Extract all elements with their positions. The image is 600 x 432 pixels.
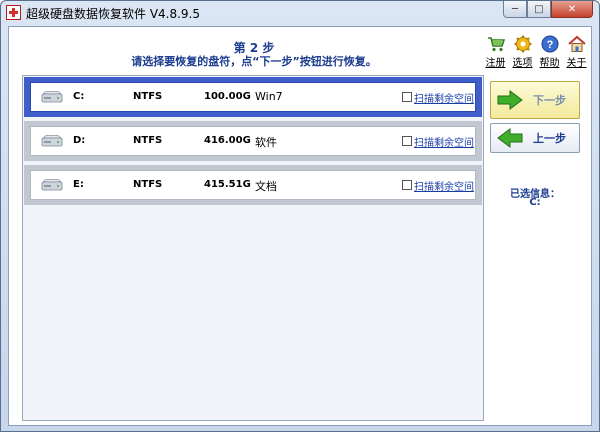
drive-size: 100.00G: [204, 91, 251, 102]
scan-free-space-label[interactable]: 扫描剩余空间: [414, 134, 474, 149]
toolbar: 注册 选项 ? 帮助 关于: [482, 35, 592, 69]
register-label: 注册: [485, 58, 506, 69]
title-bar[interactable]: 超级硬盘数据恢复软件 V4.8.9.5 ─ □ ✕: [1, 1, 599, 25]
about-button[interactable]: 关于: [563, 35, 590, 69]
window-controls: ─ □ ✕: [503, 1, 593, 19]
cart-icon: [487, 37, 505, 52]
help-button[interactable]: ? 帮助: [536, 35, 563, 69]
drive-row-d[interactable]: D: NTFS 416.00G 软件 扫描剩余空间: [24, 121, 482, 161]
maximize-button[interactable]: □: [527, 1, 551, 18]
drive-row-c[interactable]: C: NTFS 100.00G Win7 扫描剩余空间: [24, 77, 482, 117]
drive-name: Win7: [255, 90, 283, 103]
scan-free-space-checkbox[interactable]: [402, 180, 412, 190]
drive-filesystem: NTFS: [133, 179, 163, 190]
main-panel: 第 2 步 请选择要恢复的盘符，点“下一步”按钮进行恢复。 注册 选项 ? 帮助…: [8, 26, 592, 426]
window-title: 超级硬盘数据恢复软件 V4.8.9.5: [26, 7, 201, 21]
drive-filesystem: NTFS: [133, 91, 163, 102]
drive-name: 文档: [255, 180, 277, 193]
scan-free-space-checkbox[interactable]: [402, 136, 412, 146]
previous-step-button[interactable]: 上一步: [490, 123, 580, 153]
step-instruction: 请选择要恢复的盘符，点“下一步”按钮进行恢复。: [131, 55, 377, 68]
register-button[interactable]: 注册: [482, 35, 509, 69]
next-step-button[interactable]: 下一步: [490, 81, 580, 119]
selected-info-value: C:: [529, 197, 541, 208]
hard-disk-icon: [41, 135, 63, 147]
help-label: 帮助: [539, 58, 560, 69]
scan-free-space-label[interactable]: 扫描剩余空间: [414, 90, 474, 105]
scan-free-space-checkbox[interactable]: [402, 92, 412, 102]
app-logo-icon: [6, 5, 21, 20]
hard-disk-icon: [41, 91, 63, 103]
scan-free-space-label[interactable]: 扫描剩余空间: [414, 178, 474, 193]
drive-filesystem: NTFS: [133, 135, 163, 146]
arrow-right-icon: [497, 90, 523, 110]
hard-disk-icon: [41, 179, 63, 191]
app-window: 超级硬盘数据恢复软件 V4.8.9.5 ─ □ ✕ 第 2 步 请选择要恢复的盘…: [0, 0, 600, 432]
drive-size: 416.00G: [204, 135, 251, 146]
gear-icon: [514, 35, 531, 53]
svg-text:?: ?: [546, 39, 553, 51]
drive-list: C: NTFS 100.00G Win7 扫描剩余空间 D: NTFS 416.…: [22, 75, 484, 421]
help-icon: ?: [541, 35, 558, 53]
options-button[interactable]: 选项: [509, 35, 536, 69]
home-icon: [567, 35, 586, 52]
drive-letter: C:: [73, 91, 85, 102]
options-label: 选项: [512, 58, 533, 69]
drive-row-e[interactable]: E: NTFS 415.51G 文档 扫描剩余空间: [24, 165, 482, 205]
close-button[interactable]: ✕: [551, 1, 593, 18]
arrow-left-icon: [497, 128, 523, 148]
drive-size: 415.51G: [204, 179, 251, 190]
about-label: 关于: [566, 58, 587, 69]
previous-step-label: 上一步: [533, 132, 566, 145]
drive-letter: E:: [73, 179, 84, 190]
drive-letter: D:: [73, 135, 86, 146]
next-step-label: 下一步: [533, 94, 566, 107]
minimize-button[interactable]: ─: [503, 1, 527, 18]
drive-name: 软件: [255, 136, 277, 149]
